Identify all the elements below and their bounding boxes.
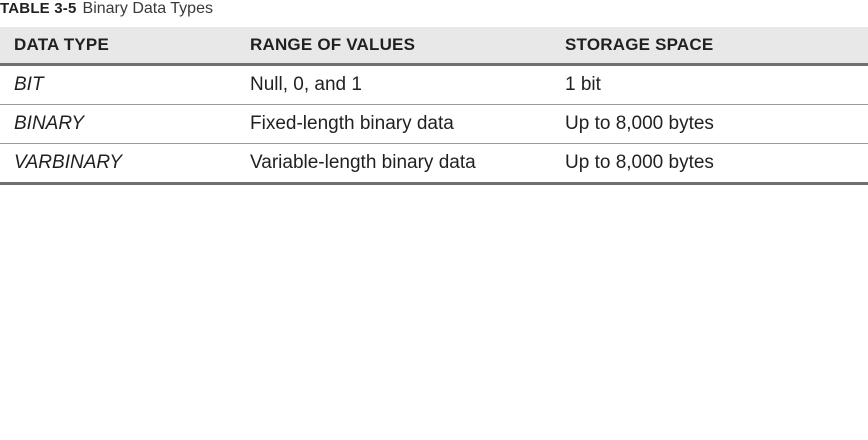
header-range-of-values: RANGE OF VALUES bbox=[250, 35, 416, 54]
cell-storage-space: 1 bit bbox=[565, 74, 601, 95]
header-storage-space: STORAGE SPACE bbox=[565, 35, 714, 54]
cell-range-of-values: Variable-length binary data bbox=[250, 152, 476, 173]
cell-range-of-values: Fixed-length binary data bbox=[250, 113, 454, 134]
cell-storage-space: Up to 8,000 bytes bbox=[565, 113, 714, 134]
table-row: BIT Null, 0, and 1 1 bit bbox=[0, 66, 868, 105]
cell-data-type: BIT bbox=[14, 74, 44, 95]
header-data-type: DATA TYPE bbox=[14, 35, 109, 54]
cell-data-type: BINARY bbox=[14, 113, 85, 134]
cell-data-type: VARBINARY bbox=[14, 152, 123, 173]
table-row: VARBINARY Variable-length binary data Up… bbox=[0, 144, 868, 185]
table-caption: TABLE 3-5 Binary Data Types bbox=[0, 0, 213, 20]
table-title: Binary Data Types bbox=[82, 0, 213, 17]
table-row: BINARY Fixed-length binary data Up to 8,… bbox=[0, 105, 868, 144]
table-number: TABLE 3-5 bbox=[0, 0, 77, 17]
cell-storage-space: Up to 8,000 bytes bbox=[565, 152, 714, 173]
cell-range-of-values: Null, 0, and 1 bbox=[250, 74, 362, 95]
table-header-row: DATA TYPE RANGE OF VALUES STORAGE SPACE bbox=[0, 27, 868, 66]
binary-data-types-table: DATA TYPE RANGE OF VALUES STORAGE SPACE … bbox=[0, 27, 868, 185]
